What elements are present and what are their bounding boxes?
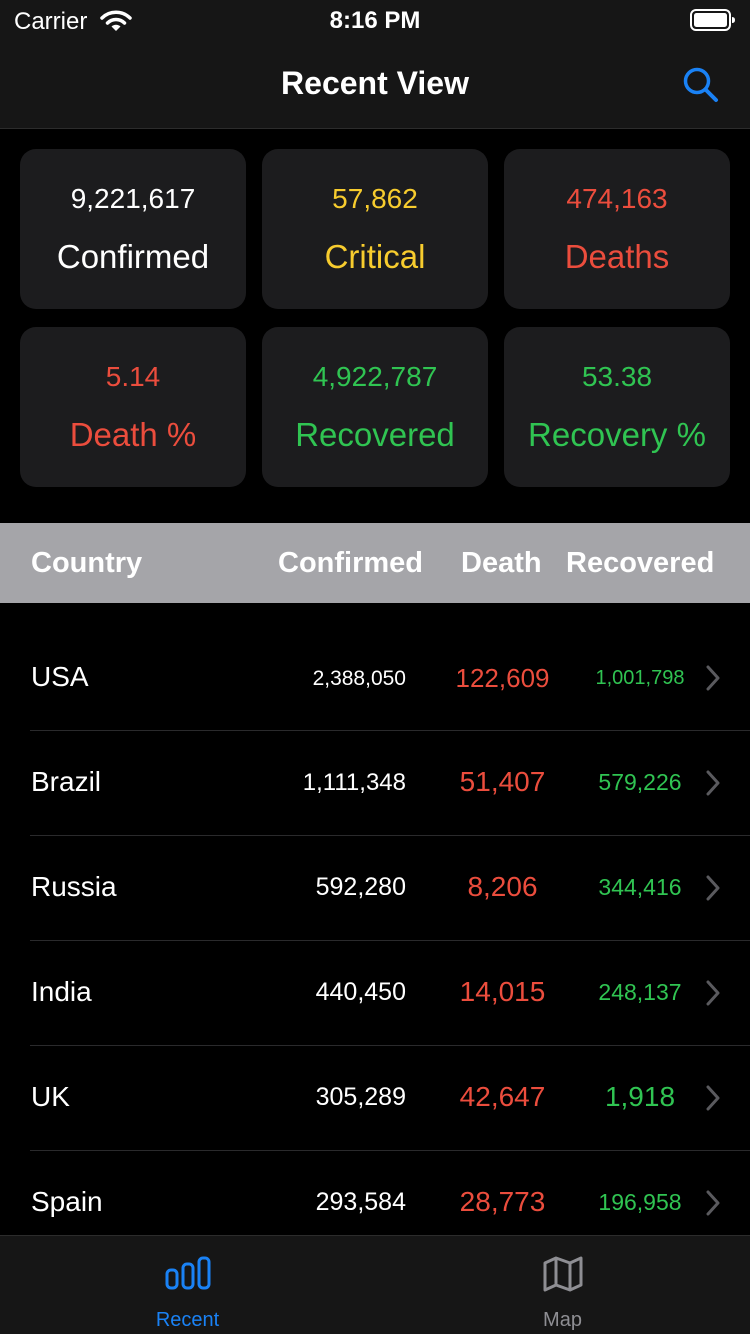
tab-map[interactable]: Map bbox=[375, 1236, 750, 1334]
death-count: 122,609 bbox=[455, 663, 550, 693]
column-header-recovered: Recovered bbox=[566, 547, 715, 579]
stat-label: Deaths bbox=[564, 238, 670, 275]
death-count: 8,206 bbox=[467, 871, 538, 902]
stat-card-recovery-percent: 53.38 Recovery % bbox=[504, 327, 730, 487]
status-bar: Carrier 8:16 PM bbox=[0, 0, 750, 40]
stat-value: 57,862 bbox=[332, 183, 418, 214]
country-name: Brazil bbox=[31, 766, 102, 797]
stat-card-death-percent: 5.14 Death % bbox=[20, 327, 246, 487]
stat-card-deaths: 474,163 Deaths bbox=[504, 149, 730, 309]
chevron-right-icon bbox=[706, 665, 720, 696]
table-row[interactable]: India 440,450 14,015 248,137 bbox=[0, 941, 750, 1046]
search-icon[interactable] bbox=[682, 66, 720, 109]
confirmed-count: 305,289 bbox=[315, 1083, 406, 1111]
death-count: 51,407 bbox=[459, 766, 546, 797]
country-name: USA bbox=[31, 661, 89, 692]
confirmed-count: 1,111,348 bbox=[302, 769, 406, 796]
recovered-count: 344,416 bbox=[598, 874, 682, 900]
stat-label: Death % bbox=[69, 416, 197, 453]
country-name: Russia bbox=[31, 871, 117, 902]
recovered-count: 248,137 bbox=[598, 979, 682, 1005]
recovered-count: 1,918 bbox=[604, 1081, 676, 1112]
stat-label: Recovery % bbox=[528, 416, 706, 453]
death-count: 28,773 bbox=[459, 1186, 546, 1217]
table-row[interactable]: UK 305,289 42,647 1,918 bbox=[0, 1046, 750, 1151]
confirmed-count: 293,584 bbox=[315, 1188, 406, 1216]
stat-value: 9,221,617 bbox=[70, 183, 196, 214]
death-count: 14,015 bbox=[459, 976, 546, 1007]
stat-value: 4,922,787 bbox=[312, 361, 438, 392]
bar-chart-icon bbox=[0, 1256, 375, 1290]
table-header: Country Confirmed Death Recovered bbox=[0, 523, 750, 603]
chevron-right-icon bbox=[706, 980, 720, 1011]
column-header-confirmed: Confirmed bbox=[278, 547, 423, 579]
confirmed-count: 440,450 bbox=[315, 978, 406, 1006]
recovered-count: 196,958 bbox=[598, 1189, 682, 1215]
tab-label: Map bbox=[543, 1309, 582, 1331]
death-count: 42,647 bbox=[459, 1081, 546, 1112]
chevron-right-icon bbox=[706, 1190, 720, 1221]
tab-bar: Recent Map bbox=[0, 1235, 750, 1334]
recovered-count: 1,001,798 bbox=[595, 667, 685, 689]
stat-value: 474,163 bbox=[566, 183, 668, 214]
map-icon bbox=[375, 1256, 750, 1292]
stat-label: Confirmed bbox=[56, 238, 210, 275]
navigation-bar: Recent View bbox=[0, 40, 750, 129]
stat-card-confirmed: 9,221,617 Confirmed bbox=[20, 149, 246, 309]
country-name: UK bbox=[31, 1081, 70, 1112]
stat-label: Critical bbox=[324, 238, 426, 275]
confirmed-count: 2,388,050 bbox=[312, 667, 406, 690]
stat-card-recovered: 4,922,787 Recovered bbox=[262, 327, 488, 487]
battery-icon bbox=[690, 9, 736, 36]
stat-value: 53.38 bbox=[581, 361, 653, 392]
stat-value: 5.14 bbox=[105, 361, 161, 392]
country-name: Spain bbox=[31, 1186, 103, 1217]
table-row[interactable]: Brazil 1,111,348 51,407 579,226 bbox=[0, 731, 750, 836]
country-name: India bbox=[31, 976, 92, 1007]
tab-recent[interactable]: Recent bbox=[0, 1236, 375, 1334]
stat-card-critical: 57,862 Critical bbox=[262, 149, 488, 309]
chevron-right-icon bbox=[706, 770, 720, 801]
column-header-death: Death bbox=[461, 547, 542, 579]
column-header-country: Country bbox=[31, 547, 143, 579]
table-row[interactable]: USA 2,388,050 122,609 1,001,798 bbox=[0, 626, 750, 731]
table-row[interactable]: Russia 592,280 8,206 344,416 bbox=[0, 836, 750, 941]
stat-label: Recovered bbox=[295, 416, 455, 453]
recovered-count: 579,226 bbox=[598, 769, 682, 795]
tab-label: Recent bbox=[155, 1309, 220, 1331]
confirmed-count: 592,280 bbox=[315, 873, 406, 901]
chevron-right-icon bbox=[706, 1085, 720, 1116]
chevron-right-icon bbox=[706, 875, 720, 906]
status-time: 8:16 PM bbox=[329, 7, 421, 34]
page-title: Recent View bbox=[281, 65, 469, 101]
